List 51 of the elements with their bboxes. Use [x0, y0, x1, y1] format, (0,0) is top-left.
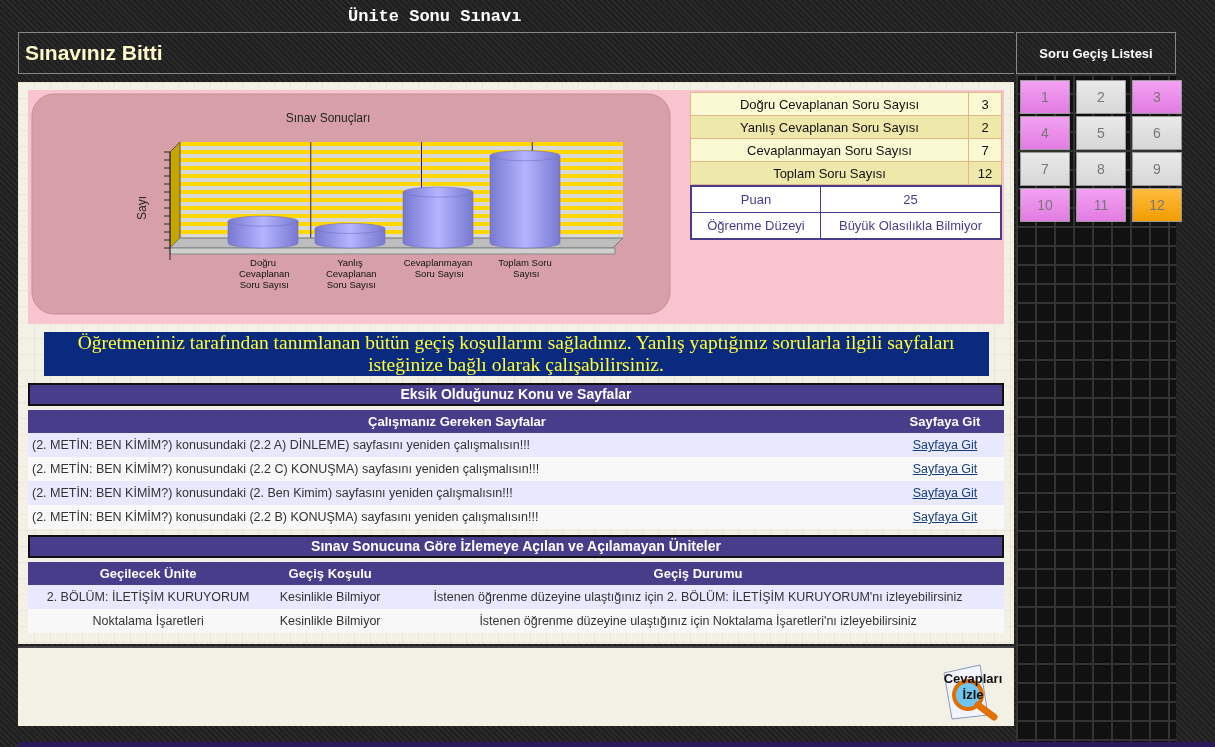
stat-label: Toplam Soru Sayısı — [690, 161, 969, 185]
section-title: Eksik Olduğunuz Konu ve Sayfalar — [28, 383, 1004, 406]
cylinder-bar — [314, 223, 386, 249]
score-value: Büyük Olasılıkla Bilmiyor — [820, 212, 1001, 239]
column-header: Sayfaya Git — [886, 410, 1004, 433]
stat-label: Doğru Cevaplanan Soru Sayısı — [690, 92, 969, 116]
score-label: Öğrenme Düzeyi — [691, 212, 821, 239]
column-header: Geçiş Durumu — [392, 562, 1004, 585]
axis-label: Toplam Soru Sayısı — [498, 257, 552, 279]
cylinder-bar — [402, 186, 474, 249]
table-cell: Noktalama İşaretleri — [28, 609, 269, 633]
table-cell: (2. METİN: BEN KİMİM?) konusundaki (2.2 C) KONUŞMA) sayfasını yeniden çalışmalısın!!! — [28, 457, 886, 481]
question-button[interactable]: 10 — [1020, 188, 1070, 222]
table-cell: Kesinlikle Bilmiyor — [268, 585, 393, 609]
question-button[interactable]: 9 — [1132, 152, 1182, 186]
chart-title: Sınav Sonuçları — [285, 111, 371, 125]
axis-title: Sayı — [135, 196, 149, 220]
header-title: Sınavınız Bitti — [25, 41, 163, 65]
column-header: Çalışmanız Gereken Sayfalar — [28, 410, 886, 433]
table-cell: Kesinlikle Bilmiyor — [268, 609, 393, 633]
stat-label: Yanlış Cevaplanan Soru Sayısı — [690, 115, 969, 139]
sidebar-title: Soru Geçiş Listesi — [1016, 32, 1176, 74]
table-cell: (2. METİN: BEN KİMİM?) konusundaki (2. Ben Kimim) sayfasını yeniden çalışmalısın!!! — [28, 481, 886, 505]
stat-label: Cevaplanmayan Soru Sayısı — [690, 138, 969, 162]
question-button[interactable]: 1 — [1020, 80, 1070, 114]
column-header: Geçilecek Ünite — [28, 562, 269, 585]
stat-value: 3 — [968, 92, 1002, 116]
question-button[interactable]: 3 — [1132, 80, 1182, 114]
question-button[interactable]: 12 — [1132, 188, 1182, 222]
axis-label: Cevaplanmayan Soru Sayısı — [403, 257, 473, 279]
axis-label: Doğru Cevaplanan Soru Sayısı — [238, 257, 290, 290]
table-cell: İstenen öğrenme düzeyine ulaştığınız için Noktalama İşaretleri'nı izleyebilirsiniz — [392, 609, 1004, 633]
message: Öğretmeniniz tarafından tanımlanan bütün geçiş koşullarını sağladınız. Yanlış yaptığınız sorularla ilgili sayfaları isteğinize bağlı olarak çalışabilirsiniz. — [43, 332, 989, 376]
axis-label: Yanlış Cevaplanan Soru Sayısı — [325, 257, 377, 290]
question-button[interactable]: 8 — [1076, 152, 1126, 186]
question-button[interactable]: 11 — [1076, 188, 1126, 222]
page-title: Ünite Sonu Sınavı — [347, 6, 522, 26]
question-button[interactable]: 6 — [1132, 116, 1182, 150]
question-button[interactable]: 5 — [1076, 116, 1126, 150]
table-cell: 2. BÖLÜM: İLETİŞİM KURUYORUM — [28, 585, 269, 609]
question-button[interactable]: 7 — [1020, 152, 1070, 186]
table-cell: (2. METİN: BEN KİMİM?) konusundaki (2.2 A) DİNLEME) sayfasını yeniden çalışmalısın!!! — [28, 433, 886, 457]
question-button[interactable]: 4 — [1020, 116, 1070, 150]
section-title: Sınav Sonucuna Göre İzlemeye Açılan ve Açılamayan Üniteler — [28, 535, 1004, 558]
score-value: 25 — [820, 186, 1001, 213]
table-cell: (2. METİN: BEN KİMİM?) konusundaki (2.2 B) KONUŞMA) sayfasını yeniden çalışmalısın!!! — [28, 505, 886, 529]
cylinder-bar — [227, 215, 299, 249]
column-header: Geçiş Koşulu — [268, 562, 393, 585]
table-cell: İstenen öğrenme düzeyine ulaştığınız için 2. BÖLÜM: İLETİŞİM KURUYORUM'nı izleyebilirsiniz — [392, 585, 1004, 609]
score-label: Puan — [691, 186, 821, 213]
question-button[interactable]: 2 — [1076, 80, 1126, 114]
